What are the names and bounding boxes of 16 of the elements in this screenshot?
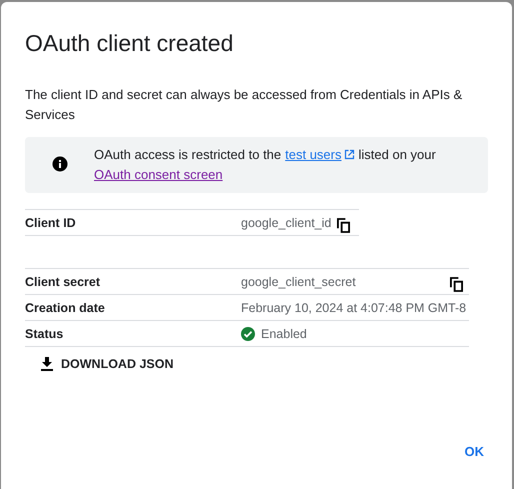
notice-text: listed on your bbox=[358, 147, 436, 162]
test-users-link[interactable]: test users bbox=[285, 147, 342, 162]
field-value: google_client_secret bbox=[241, 274, 356, 288]
field-value: Enabled bbox=[261, 326, 307, 340]
field-label: Creation date bbox=[25, 300, 106, 314]
field-label: Status bbox=[25, 326, 64, 340]
description-text: The client ID and secret can always be accessed from Credentials in APIs & Services bbox=[25, 86, 464, 124]
notice-text: OAuth access is restricted to the bbox=[94, 147, 282, 162]
ok-button[interactable]: OK bbox=[456, 440, 492, 463]
field-label: Client ID bbox=[25, 216, 77, 230]
dialog-title: OAuth client created bbox=[25, 30, 234, 57]
download-json-button[interactable]: DOWNLOAD JSON bbox=[37, 353, 178, 375]
field-label: Client secret bbox=[25, 274, 102, 288]
consent-screen-link[interactable]: OAuth consent screen bbox=[94, 167, 223, 182]
field-value: February 10, 2024 at 4:07:48 PM GMT-8 bbox=[241, 300, 466, 314]
field-value: google_client_id bbox=[241, 216, 332, 230]
